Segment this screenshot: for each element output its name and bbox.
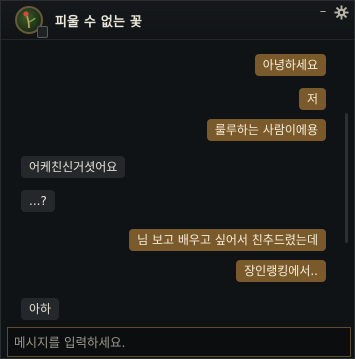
message-outgoing: 룰루하는 사람이에용 <box>206 119 326 141</box>
gear-icon <box>334 5 349 20</box>
minimize-button[interactable]: – <box>316 5 330 19</box>
message-outgoing: 님 보고 배우고 싶어서 친추드렸는데 <box>129 229 326 251</box>
scrollbar[interactable] <box>345 113 348 243</box>
chat-header: 피울 수 없는 꽃 – <box>1 1 354 40</box>
chat-title: 피울 수 없는 꽃 <box>55 15 143 30</box>
status-badge <box>37 26 48 38</box>
settings-button[interactable] <box>334 5 349 20</box>
message-incoming: ...? <box>21 190 55 212</box>
message-composer <box>7 327 351 357</box>
message-input[interactable] <box>8 328 350 356</box>
message-incoming: 어케친신거셧어요 <box>21 156 126 178</box>
message-incoming: 아하 <box>21 298 60 320</box>
message-outgoing: 아녕하세요 <box>254 54 326 76</box>
message-outgoing: 장인랭킹에서.. <box>236 260 326 282</box>
message-list[interactable]: 아녕하세요 저 룰루하는 사람이에용 어케친신거셧어요 ...? 님 보고 배우… <box>1 40 341 328</box>
chat-window: 피울 수 없는 꽃 – 아녕하세요 저 룰루하는 사람이에용 어케친신거셧어요 … <box>0 0 355 359</box>
message-outgoing: 저 <box>298 88 326 110</box>
